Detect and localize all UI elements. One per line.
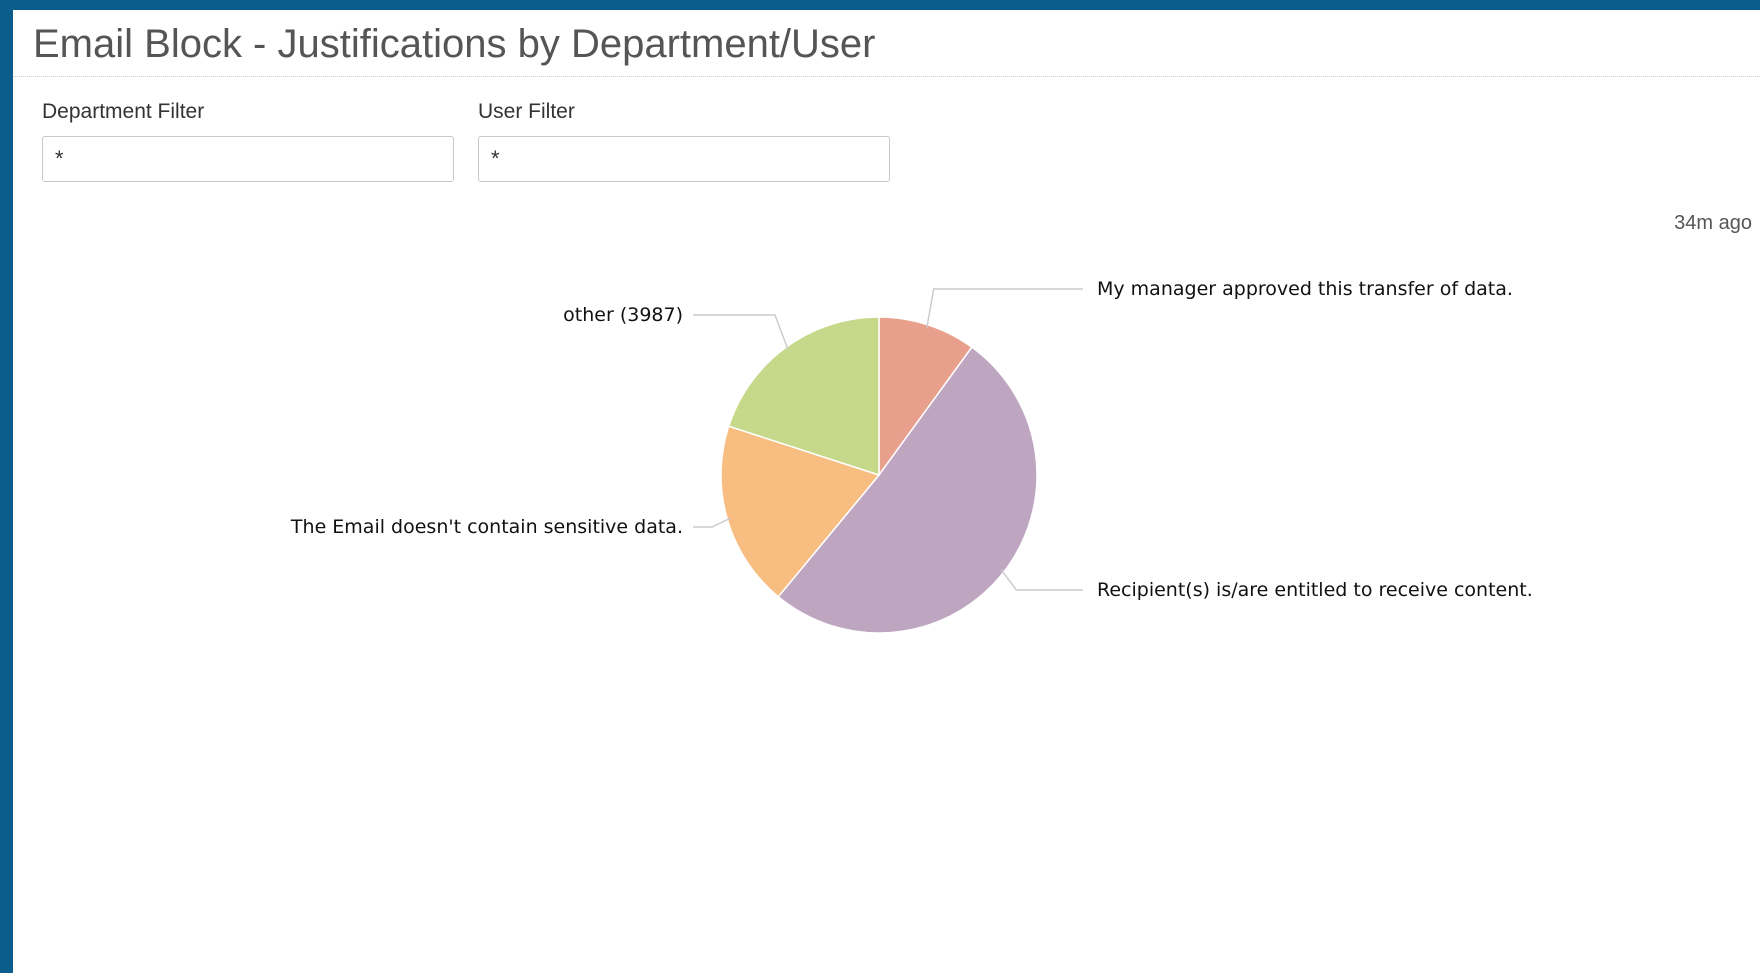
dashboard-panel: Email Block - Justifications by Departme… bbox=[13, 10, 1760, 973]
pie-leader-line-3 bbox=[693, 314, 789, 350]
pie-slice-label-1: Recipient(s) is/are entitled to receive … bbox=[1097, 579, 1533, 601]
pie-slice-label-0: My manager approved this transfer of dat… bbox=[1097, 278, 1513, 300]
pie-leader-line-1 bbox=[1000, 569, 1083, 591]
pie-slice-label-3: other (3987) bbox=[563, 304, 683, 326]
pie-leader-line-2 bbox=[693, 517, 731, 528]
pie-slice-label-2: The Email doesn't contain sensitive data… bbox=[290, 516, 683, 538]
pie-chart: My manager approved this transfer of dat… bbox=[290, 278, 1533, 634]
pie-leader-line-0 bbox=[926, 288, 1083, 328]
